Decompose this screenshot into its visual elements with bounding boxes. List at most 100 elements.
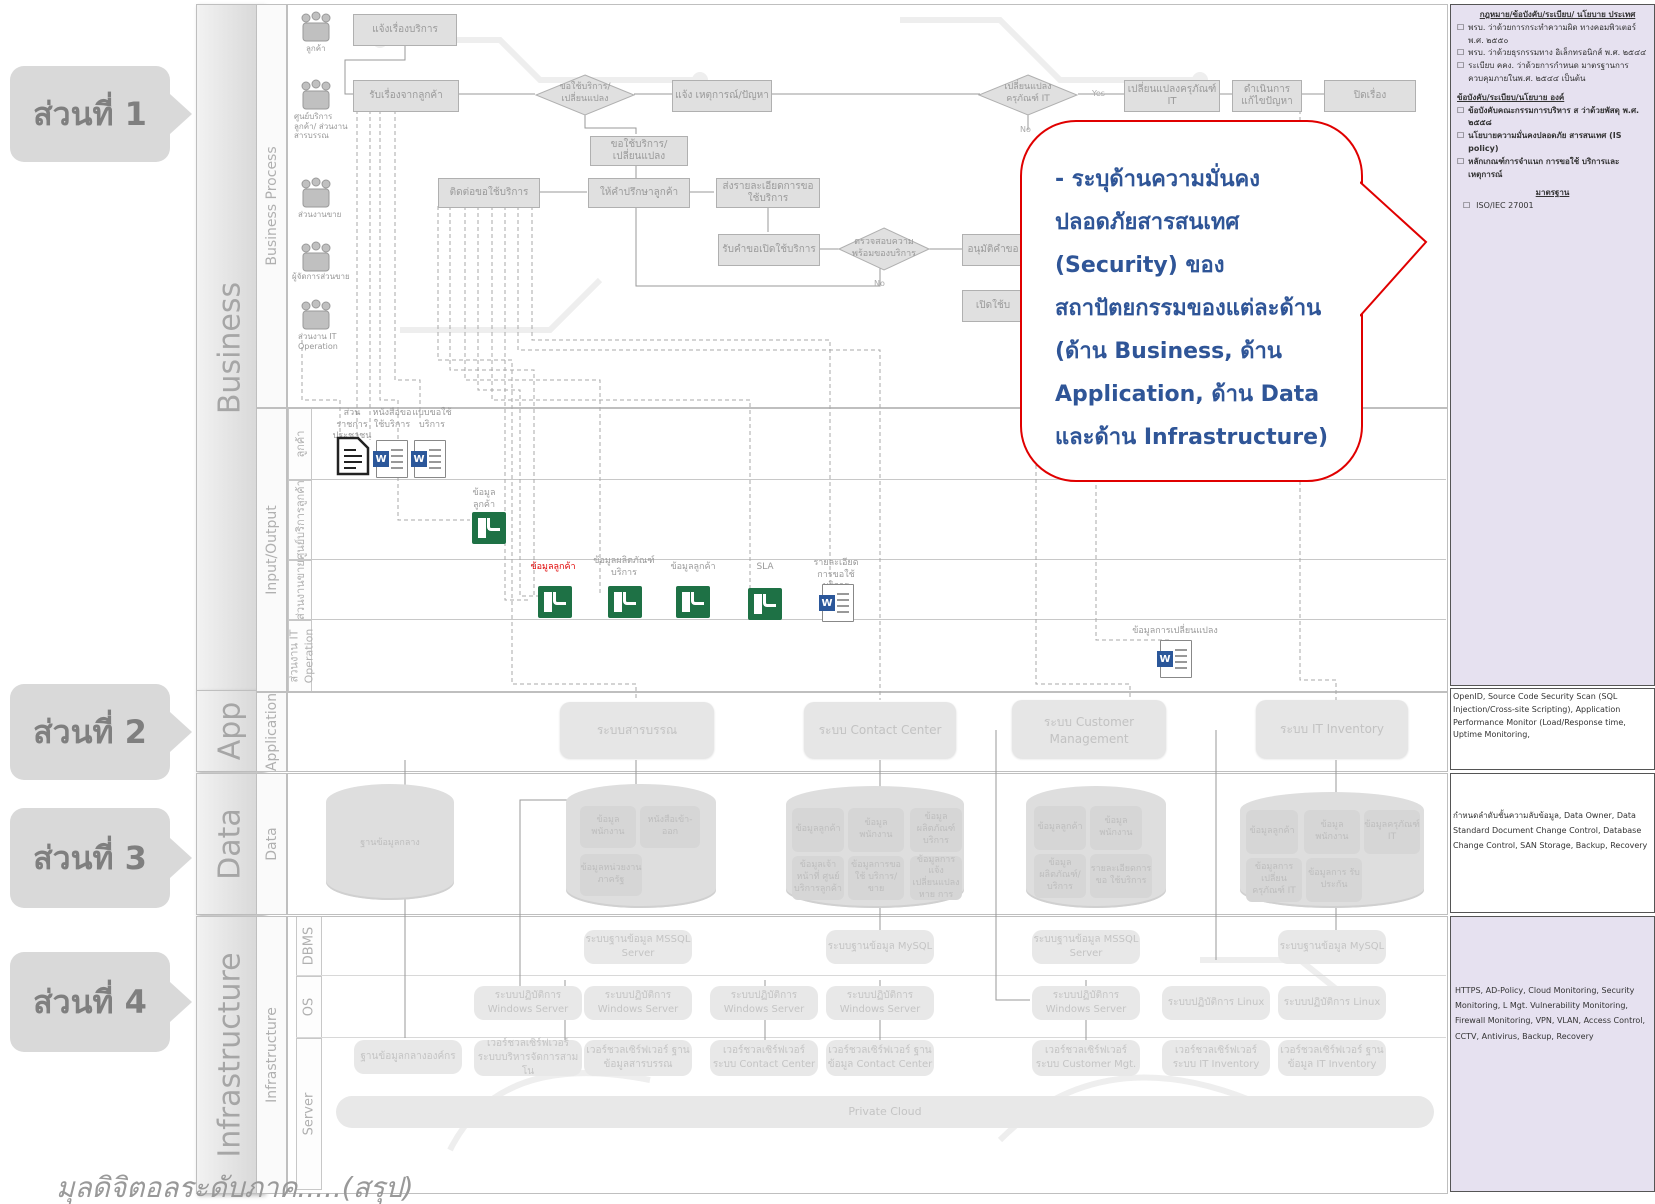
callout-line: ปลอดภัยสารสนเทศ <box>1055 210 1240 235</box>
db-field: ข้อมูลลูกค้า <box>1246 810 1298 854</box>
std-item: ☐ ISO/IEC 27001 <box>1463 201 1534 211</box>
word-file-icon: W <box>1157 640 1192 678</box>
db-field: ข้อมูลเจ้าหน้าที่ ศูนย์บริการลูกค้า <box>792 856 844 900</box>
os-7: ระบบปฏิบัติการ Linux <box>1278 986 1386 1020</box>
db-field: ข้อมูลพนักงาน <box>848 808 904 852</box>
callout-line: - ระบุด้านความมั่นคง <box>1055 167 1260 192</box>
server-6: เวอร์ชวลเซิร์ฟเวอร์ ระบบ IT Inventory <box>1162 1040 1270 1076</box>
law-item: ☐ พรบ. ว่าด้วยการกระทำความผิด ทางคอมพิวเต… <box>1457 22 1637 45</box>
doc-label-cust-center: ข้อมูลลูกค้า <box>472 488 496 510</box>
process-approve: อนุมัติคำขอ <box>962 234 1024 266</box>
org-title: ข้อบังคับ/ระเบียบ/นโยบาย องค์ <box>1457 92 1565 102</box>
db-field: หนังสือเข้า-ออก <box>640 806 700 848</box>
process-receive-request: รับคำขอเปิดใช้บริการ <box>718 234 820 266</box>
no-label-1: No <box>1020 125 1031 134</box>
law-item: ☐ ระเบียบ คคง. ว่าด้วยการกำหนด มาตรฐานการ… <box>1457 61 1629 83</box>
os-6: ระบบปฏิบัติการ Linux <box>1162 986 1270 1020</box>
doc-label-sales-4: SLA <box>756 562 774 572</box>
callout-pointer <box>1360 181 1428 317</box>
db-field: ข้อมูลผลิตภัณฑ์/ บริการ <box>1034 854 1086 898</box>
excel-file-icon <box>472 512 506 544</box>
doc-label-sales-1: ข้อมูลลูกค้า <box>530 562 576 572</box>
system-contact-center: ระบบ Contact Center <box>804 702 956 758</box>
database-central-label: ฐานข้อมูลกลาง <box>360 838 420 849</box>
callout-line: และด้าน Infrastructure) <box>1055 425 1329 450</box>
excel-file-icon <box>608 586 642 618</box>
right-panel-data-security: กำหนดลำดับชั้นความลับข้อมูล, Data Owner,… <box>1450 773 1655 913</box>
dbms-it-inventory: ระบบฐานข้อมูล MySQL <box>1278 930 1386 964</box>
db-field: ข้อมูลผลิตภัณฑ์ บริการ <box>910 808 962 852</box>
os-5: ระบบปฏิบัติการ Windows Server <box>1032 986 1140 1020</box>
infra-security-text: HTTPS, AD-Policy, Cloud Monitoring, Secu… <box>1455 986 1645 1041</box>
process-close: ปิดเรื่อง <box>1324 80 1416 112</box>
document-icon <box>336 436 370 476</box>
org-item: ☐ นโยบายความมั่นคงปลอดภัย สารสนเทศ (IS po… <box>1457 131 1622 153</box>
os-2: ระบบปฏิบัติการ Windows Server <box>584 986 692 1020</box>
system-saraban: ระบบสารบรรณ <box>560 702 714 758</box>
std-title: มาตรฐาน <box>1535 188 1570 198</box>
right-panel-regulations: กฎหมาย/ข้อบังคับ/ระเบียบ/ นโยบาย ประเทศ … <box>1450 4 1655 686</box>
db-field: ข้อมูลพนักงาน <box>1090 806 1142 850</box>
yes-label: Yes <box>1091 89 1105 98</box>
server-7: เวอร์ชวลเซิร์ฟเวอร์ ฐานข้อมูล IT Invento… <box>1278 1040 1386 1076</box>
process-report-incident: แจ้ง เหตุการณ์/ปัญหา <box>672 80 772 112</box>
right-panel-app-security: OpenID, Source Code Security Scan (SQL I… <box>1450 688 1655 770</box>
process-solve: ดำเนินการแก้ไขปัญหา <box>1232 80 1302 112</box>
db-field: ข้อมูลการขอใช้ บริการ/ขาย <box>848 856 904 900</box>
private-cloud: Private Cloud <box>336 1096 1434 1128</box>
db-field: ข้อมูลพนักงาน <box>580 806 636 848</box>
process-send-detail: ส่งรายละเอียดการขอใช้บริการ <box>716 178 820 208</box>
org-item: ☐ ข้อบังคับคณะกรรมการบริหาร ส ว่าด้วยพัสด… <box>1457 105 1640 128</box>
doc-label-3: แบบขอใช้ บริการ <box>412 408 452 430</box>
db-field: ข้อมูลการแจ้ง เปลี่ยนแปลงหาย การ <box>910 855 962 900</box>
os-3: ระบบปฏิบัติการ Windows Server <box>710 986 818 1020</box>
decision-check-ready-label: ตรวจสอบความ พร้อมของบริการ <box>852 237 916 259</box>
db-field: รายละเอียดการขอ ใช้บริการ <box>1090 854 1152 898</box>
server-1: เวอร์ชวลเซิร์ฟเวอร์ ระบบบริหารจัดการสามโ… <box>474 1038 582 1077</box>
callout-line: (ด้าน Business, ด้าน <box>1055 339 1282 364</box>
actor-sales-manager: ผู้จัดการส่วนขาย <box>292 272 350 281</box>
process-request-change: ขอใช้บริการ/เปลี่ยนแปลง <box>590 136 688 166</box>
doc-label-sales-3: ข้อมูลลูกค้า <box>670 562 716 572</box>
process-consult: ให้คำปรึกษาลูกค้า <box>588 178 690 208</box>
db-field: ข้อมูลลูกค้า <box>792 808 844 852</box>
callout-text: - ระบุด้านความมั่นคง ปลอดภัยสารสนเทศ (Se… <box>1055 158 1355 459</box>
db-field: ข้อมูลหน่วยงาน ภาครัฐ <box>580 854 642 896</box>
server-4: เวอร์ชวลเซิร์ฟเวอร์ ฐานข้อมูล Contact Ce… <box>826 1040 934 1076</box>
system-customer-management: ระบบ Customer Management <box>1012 700 1166 758</box>
os-1: ระบบปฏิบัติการ Windows Server <box>474 986 582 1020</box>
actor-it-operation: ส่วนงาน IT Operation <box>298 332 338 351</box>
dbms-customer-mgt: ระบบฐานข้อมูล MSSQL Server <box>1032 930 1140 964</box>
law-title: กฎหมาย/ข้อบังคับ/ระเบียบ/ นโยบาย ประเทศ <box>1479 10 1636 19</box>
db-field: ข้อมูลพนักงาน <box>1304 810 1360 854</box>
doc-label-2: หนังสือขอ ใช้บริการ <box>372 408 412 430</box>
db-field: ข้อมูลลูกค้า <box>1034 806 1086 850</box>
actor-figures <box>301 11 331 330</box>
right-panel-infra-security: HTTPS, AD-Policy, Cloud Monitoring, Secu… <box>1450 916 1655 1192</box>
excel-file-icon <box>748 588 782 620</box>
decision-service-change-label: ขอใช้บริการ/ เปลี่ยนแปลง <box>559 82 611 104</box>
callout-line: สถาปัตยกรรมของแต่ละด้าน <box>1055 296 1322 321</box>
excel-file-icon <box>538 586 572 618</box>
callout-line: Application, ด้าน Data <box>1055 382 1320 407</box>
dbms-contact-center: ระบบฐานข้อมูล MySQL <box>826 930 934 964</box>
actor-customer-center: ศูนย์บริการลูกค้า/ ส่วนงานสารบรรณ <box>294 112 348 141</box>
server-5: เวอร์ชวลเซิร์ฟเวอร์ ระบบ Customer Mgt. <box>1032 1040 1140 1076</box>
process-notify: แจ้งเรื่องบริการ <box>353 14 457 46</box>
org-item: ☐ หลักเกณฑ์การจำแนก การขอใช้ บริการและเหต… <box>1457 156 1620 179</box>
db-field: ข้อมูลการ รับประกัน <box>1306 858 1362 902</box>
actor-customer: ลูกค้า <box>306 44 326 53</box>
word-file-icon: W <box>411 440 446 478</box>
server-central-db: ฐานข้อมูลกลางองค์กร <box>354 1040 462 1074</box>
decision-change-it-label: เปลี่ยนแปลง ครุภัณฑ์ IT <box>1004 82 1052 104</box>
os-4: ระบบปฏิบัติการ Windows Server <box>826 986 934 1020</box>
word-file-icon: W <box>373 440 408 478</box>
process-change-it: เปลี่ยนแปลงครุภัณฑ์ IT <box>1124 80 1220 112</box>
footer-text: มุลดิจิตอลระดับภาค.....(สรุป) <box>56 1171 414 1204</box>
word-file-icon: W <box>819 584 854 622</box>
db-field: ข้อมูลการเปลี่ยน ครุภัณฑ์ IT <box>1246 858 1302 902</box>
actor-sales: ส่วนงานขาย <box>298 210 342 219</box>
doc-label-it-operation: ข้อมูลการเปลี่ยนแปลง <box>1132 626 1218 636</box>
callout-line: (Security) ของ <box>1055 253 1225 278</box>
server-3: เวอร์ชวลเซิร์ฟเวอร์ ระบบ Contact Center <box>710 1040 818 1076</box>
